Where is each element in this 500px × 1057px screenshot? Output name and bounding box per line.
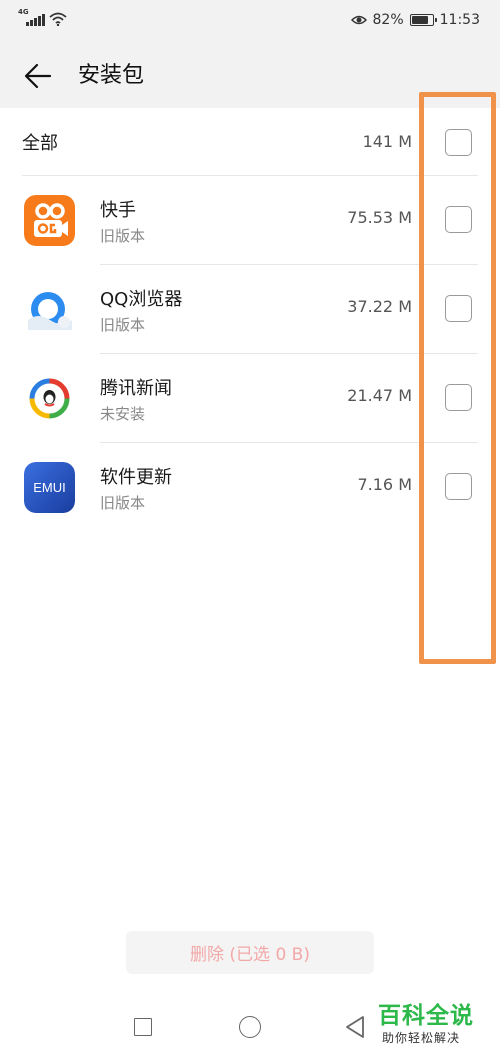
app-checkbox[interactable] <box>445 473 472 500</box>
select-all-row[interactable]: 全部 141 M <box>0 108 500 176</box>
eye-comfort-icon <box>350 15 367 25</box>
delete-button[interactable]: 删除 (已选 0 B) <box>126 931 374 974</box>
clock: 11:53 <box>439 12 480 28</box>
app-name: QQ浏览器 <box>100 289 183 310</box>
select-all-label: 全部 <box>22 133 58 154</box>
app-size: 37.22 M <box>347 297 412 316</box>
app-size: 21.47 M <box>347 386 412 405</box>
list-item[interactable]: 腾讯新闻 未安装 21.47 M <box>0 354 500 443</box>
status-left: 4G <box>18 8 67 26</box>
app-checkbox[interactable] <box>445 206 472 233</box>
status-bar: 4G 82% 11:53 <box>0 0 500 44</box>
app-status: 未安装 <box>100 405 146 423</box>
battery-icon <box>409 14 437 26</box>
package-list: 全部 141 M 快手 旧版本 75.53 M QQ浏览器 旧版本 37.22 … <box>0 108 500 532</box>
status-right: 82% 11:53 <box>350 12 480 28</box>
emui-icon: EMUI <box>24 462 75 513</box>
total-size: 141 M <box>362 132 412 151</box>
watermark-logo: 百科全说 助你轻松解决 <box>378 996 490 1052</box>
app-checkbox[interactable] <box>445 384 472 411</box>
list-item[interactable]: QQ浏览器 旧版本 37.22 M <box>0 265 500 354</box>
app-size: 7.16 M <box>357 475 412 494</box>
app-bar: 安装包 <box>0 44 500 108</box>
watermark-subtitle: 助你轻松解决 <box>382 1031 461 1045</box>
select-all-checkbox[interactable] <box>445 129 472 156</box>
app-name: 软件更新 <box>100 467 172 488</box>
kuaishou-icon <box>24 195 75 246</box>
back-arrow-icon[interactable] <box>22 60 54 92</box>
qq-browser-icon <box>24 284 75 335</box>
wifi-icon <box>48 12 67 26</box>
app-checkbox[interactable] <box>445 295 472 322</box>
app-status: 旧版本 <box>100 227 146 245</box>
app-name: 快手 <box>100 200 136 221</box>
network-type: 4G <box>18 8 29 16</box>
app-status: 旧版本 <box>100 316 146 334</box>
watermark-title: 百科全说 <box>378 1003 474 1029</box>
app-name: 腾讯新闻 <box>100 378 172 399</box>
home-icon[interactable] <box>239 1016 261 1038</box>
recent-apps-icon[interactable] <box>134 1018 152 1036</box>
list-item[interactable]: EMUI 软件更新 旧版本 7.16 M <box>0 443 500 532</box>
battery-percent: 82% <box>372 12 404 28</box>
nav-back-icon[interactable] <box>344 1015 366 1039</box>
emui-logo-text: EMUI <box>33 480 66 495</box>
page-title: 安装包 <box>78 63 145 88</box>
app-status: 旧版本 <box>100 494 146 512</box>
battery-level <box>411 16 429 24</box>
app-size: 75.53 M <box>347 208 412 227</box>
list-item[interactable]: 快手 旧版本 75.53 M <box>0 176 500 265</box>
tencent-news-icon <box>24 373 75 424</box>
